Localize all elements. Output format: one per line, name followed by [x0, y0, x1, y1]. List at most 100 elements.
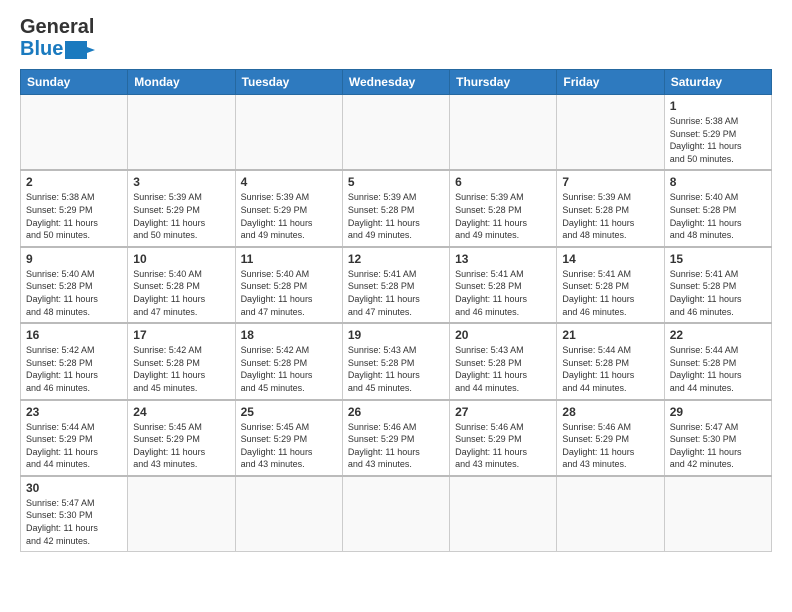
calendar-day-cell — [342, 476, 449, 552]
day-number: 28 — [562, 405, 658, 419]
day-info: Sunrise: 5:43 AM Sunset: 5:28 PM Dayligh… — [455, 344, 551, 394]
calendar-day-cell — [21, 95, 128, 171]
calendar-day-cell: 14 Sunrise: 5:41 AM Sunset: 5:28 PM Dayli… — [557, 247, 664, 323]
calendar-day-cell: 11 Sunrise: 5:40 AM Sunset: 5:28 PM Dayli… — [235, 247, 342, 323]
day-info: Sunrise: 5:39 AM Sunset: 5:29 PM Dayligh… — [133, 191, 229, 241]
logo-general-text: General — [20, 16, 94, 38]
calendar-day-cell: 15 Sunrise: 5:41 AM Sunset: 5:28 PM Dayli… — [664, 247, 771, 323]
calendar-day-cell: 27Sunrise: 5:46 AM Sunset: 5:29 PM Dayli… — [450, 400, 557, 476]
day-info: Sunrise: 5:39 AM Sunset: 5:28 PM Dayligh… — [455, 191, 551, 241]
weekday-header-saturday: Saturday — [664, 70, 771, 95]
calendar-day-cell: 3 Sunrise: 5:39 AM Sunset: 5:29 PM Daylig… — [128, 170, 235, 246]
day-info: Sunrise: 5:44 AM Sunset: 5:29 PM Dayligh… — [26, 421, 122, 471]
day-info: Sunrise: 5:46 AM Sunset: 5:29 PM Dayligh… — [348, 421, 444, 471]
day-info: Sunrise: 5:40 AM Sunset: 5:28 PM Dayligh… — [241, 268, 337, 318]
weekday-header-monday: Monday — [128, 70, 235, 95]
calendar-week-row: 16Sunrise: 5:42 AM Sunset: 5:28 PM Dayli… — [21, 323, 772, 399]
logo-blue-text: Blue — [20, 38, 63, 61]
day-info: Sunrise: 5:41 AM Sunset: 5:28 PM Dayligh… — [455, 268, 551, 318]
calendar-day-cell: 22 Sunrise: 5:44 AM Sunset: 5:28 PM Dayli… — [664, 323, 771, 399]
calendar-day-cell: 19Sunrise: 5:43 AM Sunset: 5:28 PM Dayli… — [342, 323, 449, 399]
day-number: 12 — [348, 252, 444, 266]
calendar-day-cell: 5 Sunrise: 5:39 AM Sunset: 5:28 PM Daylig… — [342, 170, 449, 246]
calendar-day-cell: 26 Sunrise: 5:46 AM Sunset: 5:29 PM Dayli… — [342, 400, 449, 476]
calendar-day-cell: 21 Sunrise: 5:44 AM Sunset: 5:28 PM Dayli… — [557, 323, 664, 399]
day-info: Sunrise: 5:40 AM Sunset: 5:28 PM Dayligh… — [26, 268, 122, 318]
day-number: 29 — [670, 405, 766, 419]
day-info: Sunrise: 5:45 AM Sunset: 5:29 PM Dayligh… — [241, 421, 337, 471]
calendar-day-cell — [664, 476, 771, 552]
day-info: Sunrise: 5:38 AM Sunset: 5:29 PM Dayligh… — [26, 191, 122, 241]
calendar-day-cell: 6 Sunrise: 5:39 AM Sunset: 5:28 PM Daylig… — [450, 170, 557, 246]
day-info: Sunrise: 5:40 AM Sunset: 5:28 PM Dayligh… — [670, 191, 766, 241]
weekday-header-wednesday: Wednesday — [342, 70, 449, 95]
calendar-day-cell — [557, 476, 664, 552]
calendar-table: SundayMondayTuesdayWednesdayThursdayFrid… — [20, 69, 772, 552]
day-number: 5 — [348, 175, 444, 189]
weekday-header-friday: Friday — [557, 70, 664, 95]
day-number: 26 — [348, 405, 444, 419]
calendar-day-cell: 18Sunrise: 5:42 AM Sunset: 5:28 PM Dayli… — [235, 323, 342, 399]
day-number: 22 — [670, 328, 766, 342]
calendar-day-cell: 24Sunrise: 5:45 AM Sunset: 5:29 PM Dayli… — [128, 400, 235, 476]
logo: General Blue — [20, 16, 95, 61]
calendar-day-cell — [557, 95, 664, 171]
day-number: 20 — [455, 328, 551, 342]
calendar-week-row: 23 Sunrise: 5:44 AM Sunset: 5:29 PM Dayli… — [21, 400, 772, 476]
day-number: 10 — [133, 252, 229, 266]
calendar-day-cell: 1 Sunrise: 5:38 AM Sunset: 5:29 PM Daylig… — [664, 95, 771, 171]
calendar-day-cell: 13Sunrise: 5:41 AM Sunset: 5:28 PM Dayli… — [450, 247, 557, 323]
calendar-week-row: 9 Sunrise: 5:40 AM Sunset: 5:28 PM Daylig… — [21, 247, 772, 323]
weekday-header-thursday: Thursday — [450, 70, 557, 95]
day-number: 23 — [26, 405, 122, 419]
day-info: Sunrise: 5:42 AM Sunset: 5:28 PM Dayligh… — [26, 344, 122, 394]
day-number: 25 — [241, 405, 337, 419]
day-number: 30 — [26, 481, 122, 495]
day-info: Sunrise: 5:44 AM Sunset: 5:28 PM Dayligh… — [670, 344, 766, 394]
day-info: Sunrise: 5:45 AM Sunset: 5:29 PM Dayligh… — [133, 421, 229, 471]
day-info: Sunrise: 5:38 AM Sunset: 5:29 PM Dayligh… — [670, 115, 766, 165]
day-info: Sunrise: 5:41 AM Sunset: 5:28 PM Dayligh… — [562, 268, 658, 318]
day-number: 21 — [562, 328, 658, 342]
day-number: 19 — [348, 328, 444, 342]
day-info: Sunrise: 5:39 AM Sunset: 5:28 PM Dayligh… — [562, 191, 658, 241]
calendar-day-cell: 4Sunrise: 5:39 AM Sunset: 5:29 PM Daylig… — [235, 170, 342, 246]
calendar-day-cell: 29Sunrise: 5:47 AM Sunset: 5:30 PM Dayli… — [664, 400, 771, 476]
calendar-day-cell — [128, 95, 235, 171]
weekday-header-tuesday: Tuesday — [235, 70, 342, 95]
weekday-header-row: SundayMondayTuesdayWednesdayThursdayFrid… — [21, 70, 772, 95]
day-number: 27 — [455, 405, 551, 419]
calendar-day-cell: 30 Sunrise: 5:47 AM Sunset: 5:30 PM Dayli… — [21, 476, 128, 552]
day-number: 6 — [455, 175, 551, 189]
weekday-header-sunday: Sunday — [21, 70, 128, 95]
calendar-day-cell: 20 Sunrise: 5:43 AM Sunset: 5:28 PM Dayli… — [450, 323, 557, 399]
calendar-day-cell: 16Sunrise: 5:42 AM Sunset: 5:28 PM Dayli… — [21, 323, 128, 399]
calendar-day-cell: 17Sunrise: 5:42 AM Sunset: 5:28 PM Dayli… — [128, 323, 235, 399]
day-info: Sunrise: 5:47 AM Sunset: 5:30 PM Dayligh… — [26, 497, 122, 547]
day-number: 11 — [241, 252, 337, 266]
calendar-day-cell: 10Sunrise: 5:40 AM Sunset: 5:28 PM Dayli… — [128, 247, 235, 323]
day-number: 1 — [670, 99, 766, 113]
day-number: 15 — [670, 252, 766, 266]
day-number: 3 — [133, 175, 229, 189]
day-info: Sunrise: 5:42 AM Sunset: 5:28 PM Dayligh… — [133, 344, 229, 394]
day-number: 8 — [670, 175, 766, 189]
day-number: 14 — [562, 252, 658, 266]
day-number: 4 — [241, 175, 337, 189]
day-info: Sunrise: 5:41 AM Sunset: 5:28 PM Dayligh… — [348, 268, 444, 318]
calendar-week-row: 1 Sunrise: 5:38 AM Sunset: 5:29 PM Daylig… — [21, 95, 772, 171]
day-info: Sunrise: 5:39 AM Sunset: 5:28 PM Dayligh… — [348, 191, 444, 241]
calendar-day-cell — [450, 476, 557, 552]
day-info: Sunrise: 5:46 AM Sunset: 5:29 PM Dayligh… — [562, 421, 658, 471]
calendar-day-cell: 7 Sunrise: 5:39 AM Sunset: 5:28 PM Daylig… — [557, 170, 664, 246]
calendar-day-cell: 23 Sunrise: 5:44 AM Sunset: 5:29 PM Dayli… — [21, 400, 128, 476]
calendar-day-cell: 25 Sunrise: 5:45 AM Sunset: 5:29 PM Dayli… — [235, 400, 342, 476]
day-number: 7 — [562, 175, 658, 189]
day-info: Sunrise: 5:41 AM Sunset: 5:28 PM Dayligh… — [670, 268, 766, 318]
day-info: Sunrise: 5:44 AM Sunset: 5:28 PM Dayligh… — [562, 344, 658, 394]
calendar-day-cell: 28 Sunrise: 5:46 AM Sunset: 5:29 PM Dayli… — [557, 400, 664, 476]
calendar-week-row: 30 Sunrise: 5:47 AM Sunset: 5:30 PM Dayli… — [21, 476, 772, 552]
calendar-day-cell: 9 Sunrise: 5:40 AM Sunset: 5:28 PM Daylig… — [21, 247, 128, 323]
day-number: 9 — [26, 252, 122, 266]
page-header: General Blue — [20, 16, 772, 61]
